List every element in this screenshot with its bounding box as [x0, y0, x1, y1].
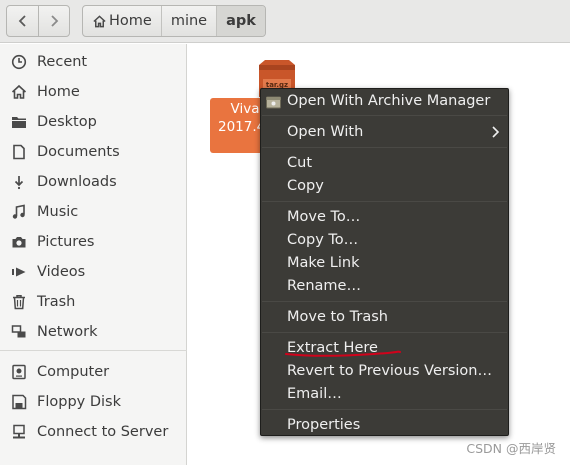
- breadcrumb-label: apk: [226, 13, 256, 29]
- annotation-underline: [285, 350, 401, 357]
- menu-item-move-to[interactable]: Move To…: [261, 206, 508, 228]
- menu-item-label: Rename…: [287, 278, 361, 294]
- menu-item-email[interactable]: Email…: [261, 383, 508, 405]
- history-nav: [6, 5, 70, 37]
- menu-item-label: Make Link: [287, 255, 360, 271]
- drive-icon: [11, 364, 26, 380]
- menu-separator: [262, 201, 507, 202]
- sidebar-item-connect-to-server[interactable]: Connect to Server: [0, 418, 187, 446]
- breadcrumb-apk[interactable]: apk: [216, 6, 265, 36]
- chevron-right-icon: [492, 126, 500, 138]
- chevron-left-icon: [18, 15, 26, 27]
- server-icon: [12, 424, 25, 439]
- home-icon: [11, 84, 26, 99]
- video-icon: [11, 267, 25, 277]
- menu-item-label: Move to Trash: [287, 309, 388, 325]
- menu-separator: [262, 301, 507, 302]
- music-icon: [12, 204, 25, 219]
- sidebar-item-label: Videos: [37, 264, 86, 280]
- menu-item-copy-to[interactable]: Copy To…: [261, 229, 508, 251]
- menu-item-revert-to-previous-version[interactable]: Revert to Previous Version…: [261, 360, 508, 382]
- sidebar-item-label: Network: [37, 324, 98, 340]
- menu-item-label: Cut: [287, 155, 312, 171]
- context-menu: Open With Archive Manager Open With Cut …: [260, 88, 509, 436]
- sidebar-item-label: Connect to Server: [37, 424, 169, 440]
- menu-separator: [262, 115, 507, 116]
- menu-separator: [262, 147, 507, 148]
- network-icon: [11, 325, 25, 338]
- sidebar-item-floppy-disk[interactable]: Floppy Disk: [0, 388, 187, 416]
- menu-item-move-to-trash[interactable]: Move to Trash: [261, 306, 508, 328]
- sidebar-divider: [0, 350, 187, 351]
- menu-item-make-link[interactable]: Make Link: [261, 252, 508, 274]
- menu-item-open-with-archive-manager[interactable]: Open With Archive Manager: [261, 90, 508, 112]
- sidebar-item-label: Floppy Disk: [37, 394, 121, 410]
- sidebar-item-documents[interactable]: Documents: [0, 138, 187, 166]
- toolbar: Home mine apk: [0, 0, 570, 43]
- chevron-right-icon: [51, 15, 59, 27]
- menu-item-open-with[interactable]: Open With: [261, 121, 508, 143]
- sidebar-item-music[interactable]: Music: [0, 198, 187, 226]
- sidebar-item-recent[interactable]: Recent: [0, 48, 187, 76]
- menu-item-label: Copy To…: [287, 232, 359, 248]
- sidebar-item-videos[interactable]: Videos: [0, 258, 187, 286]
- sidebar-item-network[interactable]: Network: [0, 318, 187, 346]
- sidebar-item-label: Desktop: [37, 114, 97, 130]
- document-icon: [12, 144, 25, 160]
- sidebar-item-label: Pictures: [37, 234, 95, 250]
- sidebar-item-home[interactable]: Home: [0, 78, 187, 106]
- menu-item-label: Open With: [287, 124, 364, 140]
- sidebar: Recent Home Desktop Documents Downloads …: [0, 44, 187, 465]
- sidebar-item-downloads[interactable]: Downloads: [0, 168, 187, 196]
- menu-item-label: Email…: [287, 386, 342, 402]
- menu-item-cut[interactable]: Cut: [261, 152, 508, 174]
- sidebar-item-label: Downloads: [37, 174, 117, 190]
- menu-item-label: Move To…: [287, 209, 361, 225]
- menu-item-copy[interactable]: Copy: [261, 175, 508, 197]
- sidebar-item-label: Documents: [37, 144, 120, 160]
- menu-separator: [262, 332, 507, 333]
- menu-item-rename[interactable]: Rename…: [261, 275, 508, 297]
- menu-item-label: Open With Archive Manager: [287, 93, 491, 109]
- sidebar-item-computer[interactable]: Computer: [0, 358, 187, 386]
- sidebar-item-pictures[interactable]: Pictures: [0, 228, 187, 256]
- breadcrumb-home[interactable]: Home: [83, 6, 161, 36]
- folder-icon: [11, 117, 26, 128]
- breadcrumb-label: mine: [170, 13, 208, 29]
- menu-item-label: Copy: [287, 178, 324, 194]
- breadcrumb-mine[interactable]: mine: [160, 6, 216, 36]
- sidebar-item-label: Computer: [37, 364, 110, 380]
- sidebar-item-label: Recent: [37, 54, 88, 70]
- breadcrumb-label: Home: [109, 13, 152, 29]
- home-icon: [93, 14, 106, 27]
- sidebar-item-label: Music: [37, 204, 79, 220]
- back-button[interactable]: [7, 6, 38, 36]
- menu-item-label: Revert to Previous Version…: [287, 363, 492, 379]
- menu-separator: [262, 409, 507, 410]
- forward-button[interactable]: [38, 6, 69, 36]
- trash-icon: [12, 295, 25, 310]
- archive-manager-icon: [266, 96, 281, 109]
- sidebar-item-label: Trash: [37, 294, 76, 310]
- sidebar-item-trash[interactable]: Trash: [0, 288, 187, 316]
- sidebar-item-desktop[interactable]: Desktop: [0, 108, 187, 136]
- menu-item-properties[interactable]: Properties: [261, 414, 508, 436]
- download-icon: [14, 176, 23, 190]
- watermark: CSDN @西岸贤: [466, 441, 556, 456]
- floppy-icon: [11, 394, 26, 410]
- menu-item-label: Properties: [287, 417, 361, 433]
- clock-icon: [11, 54, 26, 70]
- camera-icon: [12, 237, 25, 248]
- breadcrumb: Home mine apk: [82, 5, 266, 37]
- sidebar-item-label: Home: [37, 84, 80, 100]
